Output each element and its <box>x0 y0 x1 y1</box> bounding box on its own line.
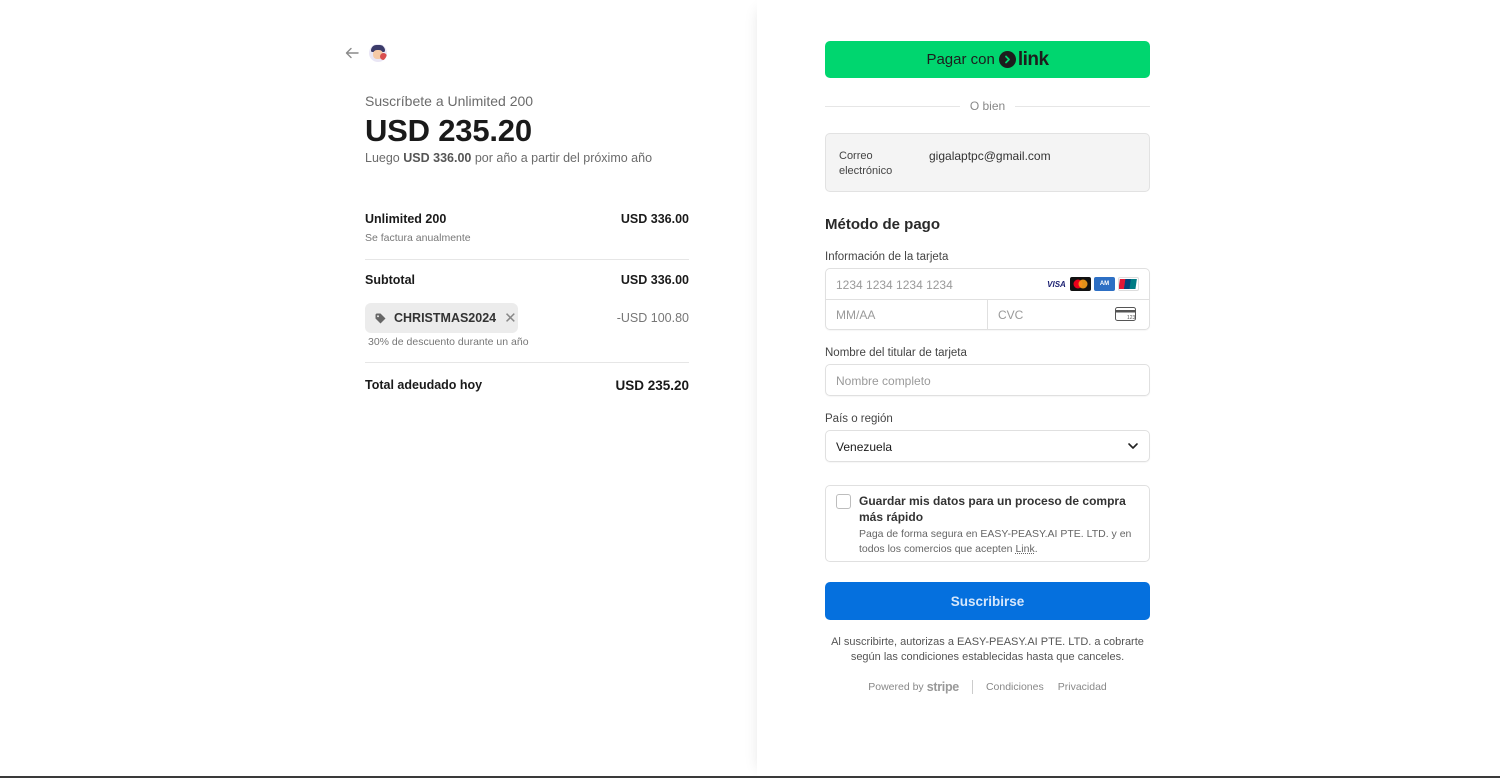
discount-note: 30% de descuento durante un año <box>368 336 529 348</box>
line-item-price: USD 336.00 <box>620 212 689 226</box>
card-number-input[interactable]: 1234 1234 1234 1234 <box>836 278 953 292</box>
save-info-checkbox[interactable] <box>836 494 851 509</box>
or-text: O bien <box>969 99 1006 113</box>
card-input-group: 1234 1234 1234 1234 VISA AM MM/AA CVC 12… <box>825 268 1150 330</box>
save-info-text: Paga de forma segura en EASY-PEASY.AI PT… <box>859 528 1132 555</box>
subtotal-row: Subtotal USD 336.00 <box>365 273 689 287</box>
total-label: Total adeudado hoy <box>365 378 483 392</box>
legal-text: Al suscribirte, autorizas a EASY-PEASY.A… <box>831 636 1144 663</box>
discount-amount: -USD 100.80 <box>616 311 689 325</box>
promo-code-label: CHRISTMAS2024 <box>394 311 497 325</box>
subscribe-button[interactable]: Suscribirse <box>825 582 1150 620</box>
arrow-left-icon[interactable] <box>345 45 361 61</box>
footer-separator <box>971 680 973 694</box>
promo-code-chip: CHRISTMAS2024 ✕ <box>365 303 518 333</box>
svg-text:123: 123 <box>1127 315 1136 321</box>
divider <box>365 362 689 363</box>
order-summary-pane: Suscríbete a Unlimited 200 USD 235.20 Lu… <box>0 0 757 778</box>
save-info-end: . <box>1034 542 1038 555</box>
divider <box>365 259 689 260</box>
renewal-note: Luego USD 336.00 por año a partir del pr… <box>365 151 652 165</box>
email-value: gigalaptpc@gmail.com <box>929 149 1051 163</box>
merchant-avatar <box>369 44 387 62</box>
due-today-price: USD 235.20 <box>365 113 532 148</box>
link-arrow-icon <box>998 51 1016 68</box>
renewal-suffix: por año a partir del próximo año <box>474 151 653 165</box>
privacy-link[interactable]: Privacidad <box>1058 681 1107 693</box>
tag-icon <box>375 312 386 324</box>
amex-icon: AM <box>1094 277 1115 291</box>
card-cvc-icon: 123 <box>1115 307 1137 322</box>
back-row <box>345 44 387 62</box>
visa-icon: VISA <box>1046 277 1067 291</box>
stripe-logo: stripe <box>926 680 960 694</box>
powered-by-text: Powered by <box>868 681 924 693</box>
save-info-box: Guardar mis datos para un proceso de com… <box>825 485 1150 562</box>
payment-method-title: Método de pago <box>825 216 940 233</box>
cardholder-name-input[interactable]: Nombre completo <box>825 364 1150 396</box>
renewal-amount: USD 336.00 <box>403 151 472 165</box>
line-item-name: Unlimited 200 <box>365 212 447 226</box>
card-brands: VISA AM <box>1046 277 1139 291</box>
country-value: Venezuela <box>836 440 893 454</box>
subscription-title: Suscríbete a Unlimited 200 <box>365 93 534 109</box>
or-divider: O bien <box>825 98 1151 114</box>
total-amount: USD 235.20 <box>615 378 689 393</box>
footer: Powered by stripe Condiciones Privacidad <box>825 680 1150 694</box>
powered-by-stripe[interactable]: Powered by stripe <box>868 680 959 694</box>
subtotal-label: Subtotal <box>365 273 415 287</box>
mastercard-icon <box>1070 277 1091 291</box>
unionpay-icon <box>1118 277 1139 291</box>
subtotal-amount: USD 336.00 <box>620 273 689 287</box>
country-label: País o región <box>825 413 893 425</box>
save-info-description: Paga de forma segura en EASY-PEASY.AI PT… <box>859 527 1144 556</box>
pay-with-link-button[interactable]: Pagar con link <box>825 41 1150 78</box>
pay-with-link-label: Pagar con <box>926 51 995 68</box>
link-logo: link <box>998 48 1049 71</box>
remove-promo-icon[interactable]: ✕ <box>504 311 517 326</box>
terms-link[interactable]: Condiciones <box>986 681 1044 693</box>
card-info-label: Información de la tarjeta <box>825 251 949 263</box>
renewal-prefix: Luego <box>365 151 400 165</box>
expiry-input[interactable]: MM/AA <box>836 308 875 322</box>
save-info-title: Guardar mis datos para un proceso de com… <box>859 494 1126 524</box>
email-display[interactable]: Correo electrónico gigalaptpc@gmail.com <box>825 133 1150 192</box>
total-row: Total adeudado hoy USD 235.20 <box>365 378 689 393</box>
country-select[interactable]: Venezuela <box>825 430 1150 462</box>
link-wordmark: link <box>1017 48 1049 70</box>
line-item-row: Unlimited 200 USD 336.00 <box>365 212 689 226</box>
email-label: Correo electrónico <box>839 150 893 177</box>
link-info-link[interactable]: Link <box>1015 543 1034 555</box>
billing-frequency: Se factura anualmente <box>365 232 471 244</box>
cvc-input[interactable]: CVC <box>998 308 1023 322</box>
cardholder-label: Nombre del titular de tarjeta <box>825 347 967 359</box>
chevron-down-icon <box>1127 440 1139 452</box>
